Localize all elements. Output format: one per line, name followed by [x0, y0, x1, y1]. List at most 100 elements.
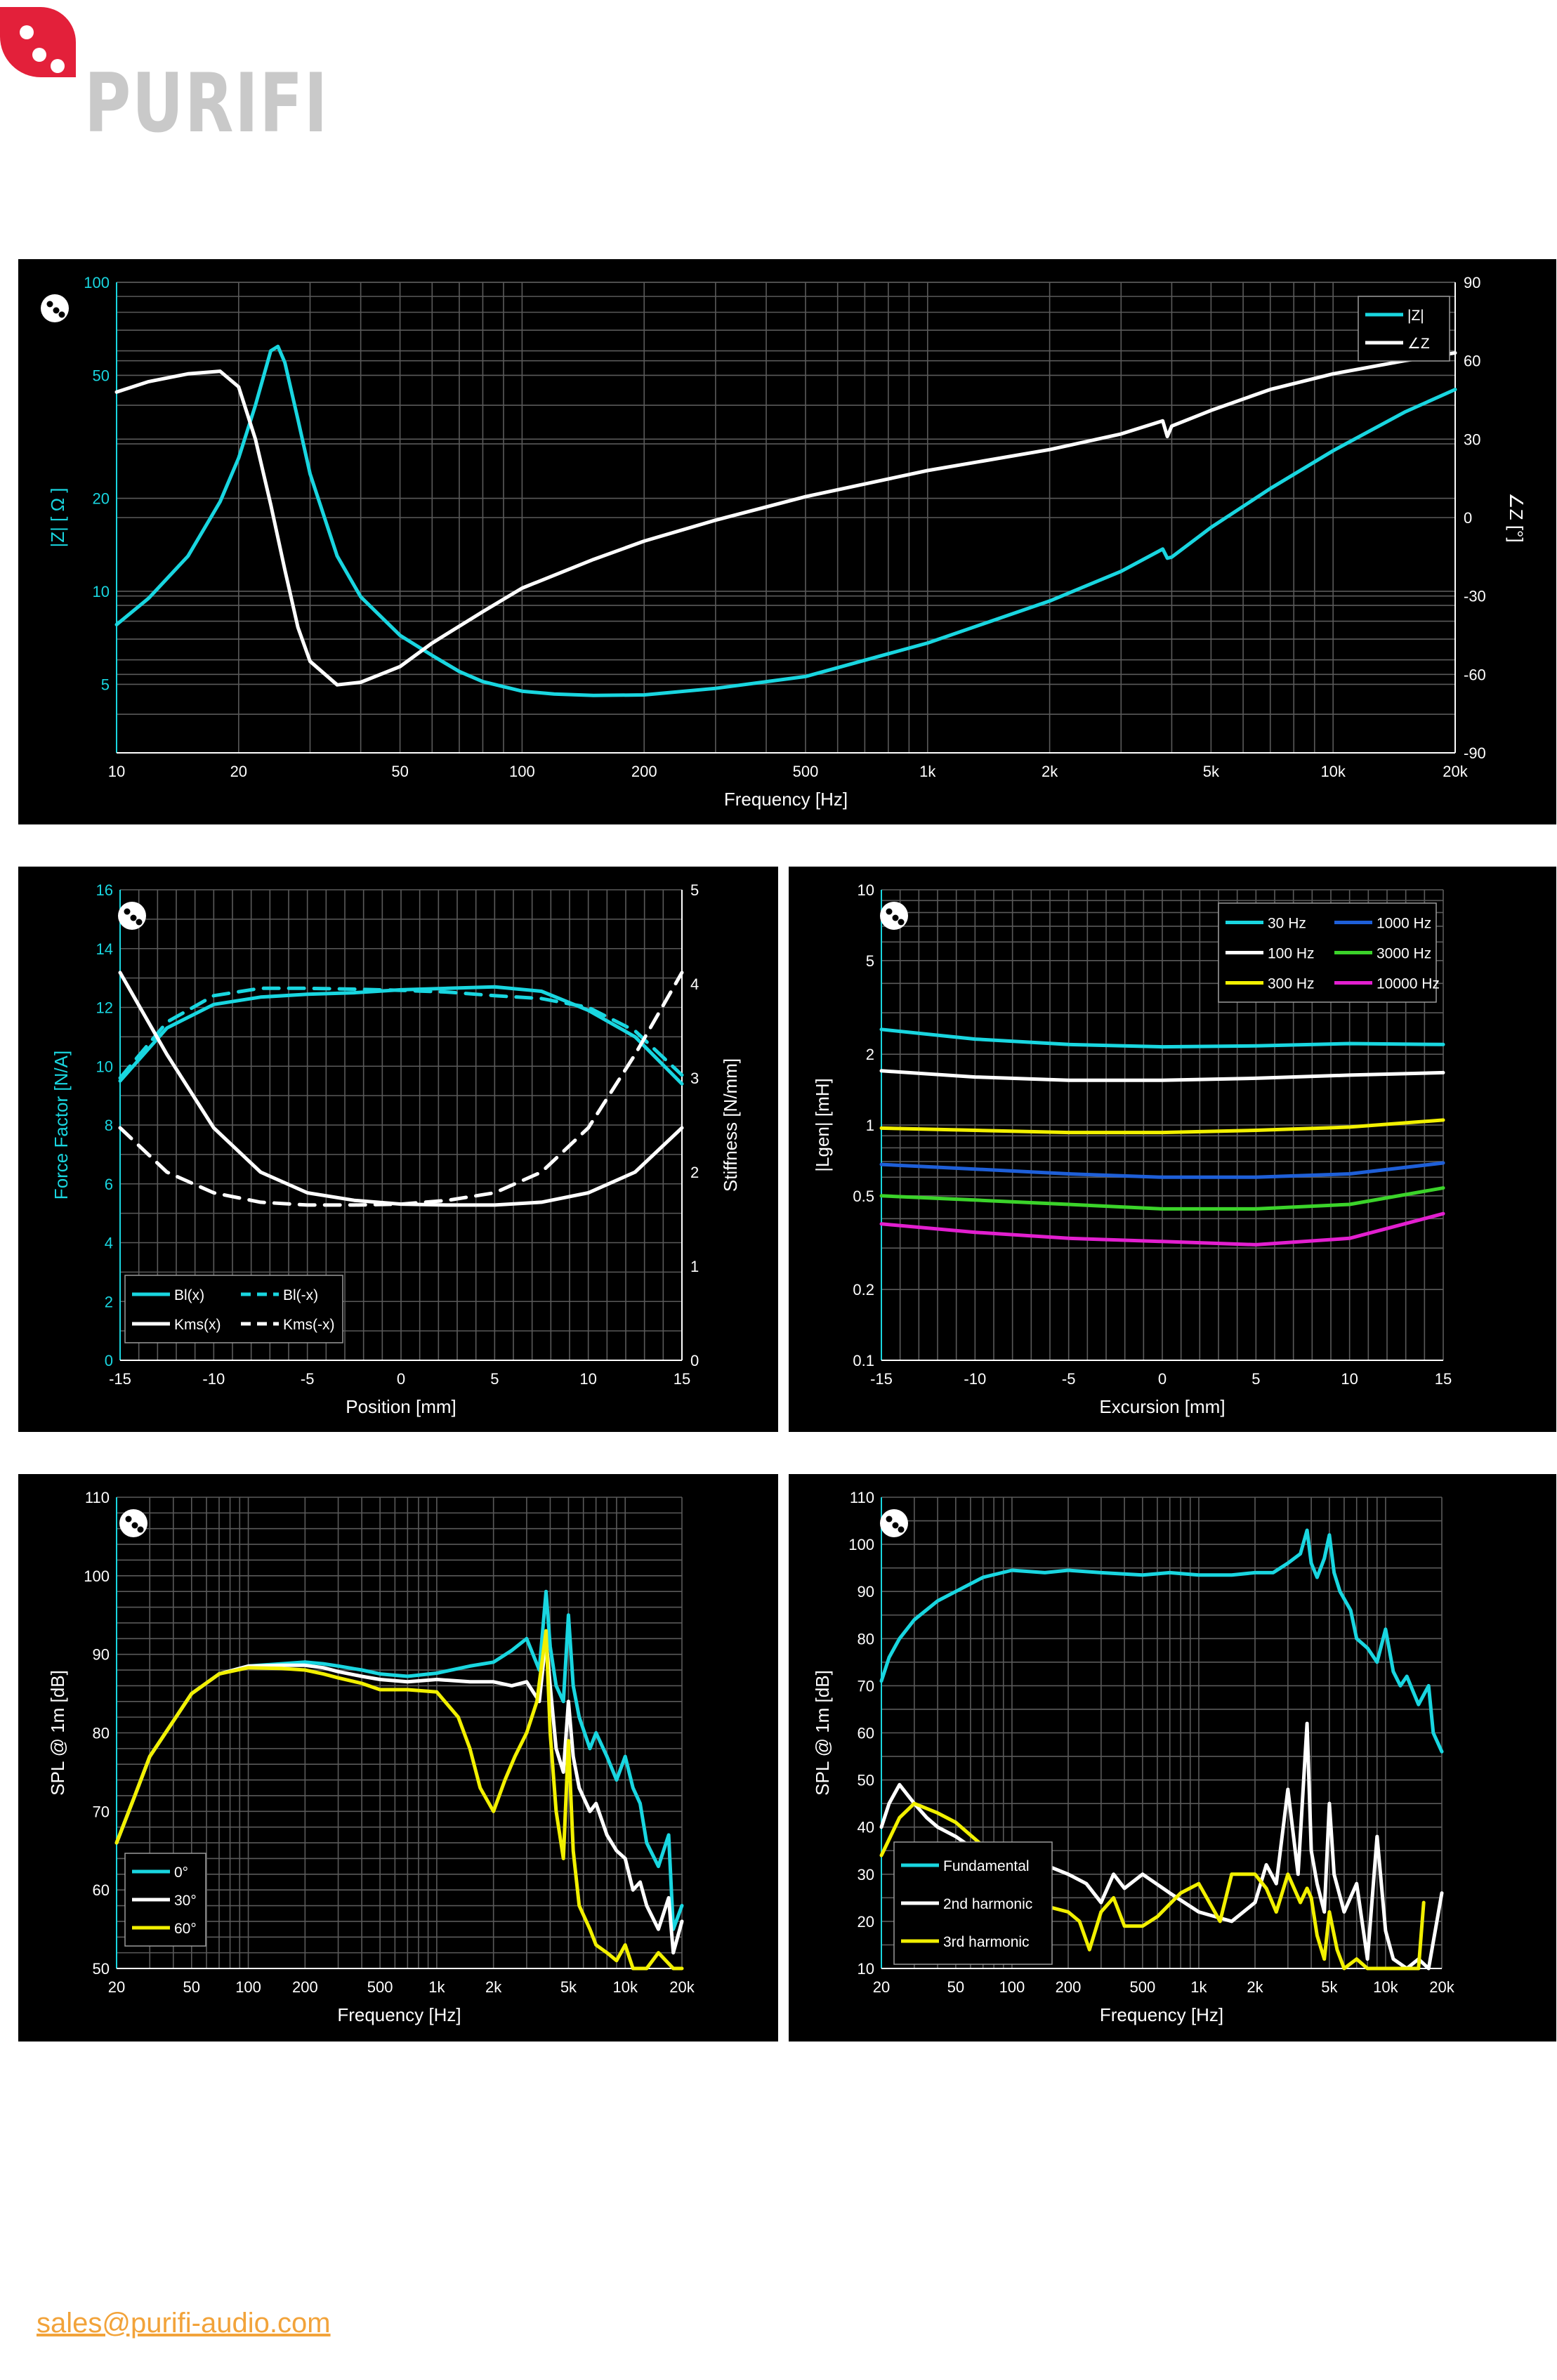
- legend-label: 2nd harmonic: [943, 1896, 1032, 1912]
- logo-dot: [58, 311, 65, 318]
- y-tick-label: 10: [96, 1058, 113, 1075]
- y-tick-label: 100: [84, 1567, 110, 1585]
- series-line: [879, 1528, 1444, 1754]
- y-tick-label: 0: [105, 1352, 113, 1369]
- legend-label: Bl(x): [174, 1287, 204, 1303]
- x-tick-label: 5k: [1321, 1978, 1338, 1996]
- y2-tick-label: 4: [690, 975, 699, 993]
- x-tick-label: 200: [292, 1978, 318, 1996]
- y2-tick-label: 60: [1464, 353, 1480, 370]
- legend-label: 60°: [174, 1921, 197, 1937]
- x-tick-label: 20k: [1443, 763, 1468, 780]
- y-tick-label: 60: [93, 1881, 110, 1899]
- x-tick-label: -5: [301, 1370, 315, 1388]
- x-axis-label: Position [mm]: [346, 1396, 456, 1417]
- legend-label: 100 Hz: [1268, 946, 1315, 962]
- legend-label: ∠Z: [1407, 336, 1430, 352]
- legend-label: 30 Hz: [1268, 916, 1306, 932]
- y2-tick-label: -60: [1464, 666, 1486, 683]
- y2-axis-label: ∠Z [°]: [1506, 492, 1527, 542]
- y-tick-label: 14: [96, 940, 113, 958]
- legend-label: 0°: [174, 1865, 188, 1881]
- y2-tick-label: -30: [1464, 588, 1486, 605]
- x-tick-label: 5k: [560, 1978, 577, 1996]
- logo-dot: [46, 301, 53, 308]
- series-line: [114, 344, 1457, 697]
- legend-box: [1358, 296, 1450, 362]
- x-tick-label: -15: [109, 1370, 131, 1388]
- off-axis-chart: 20 50 100 200 500 1k 2k 5k 10k 20k506070809010011…: [47, 1489, 695, 2025]
- y2-tick-label: 0: [1464, 509, 1472, 527]
- logo-dot: [53, 307, 60, 314]
- y-tick-label: 10: [858, 1960, 874, 1978]
- chart-logo-icon: [41, 294, 69, 322]
- y-tick-label: 80: [93, 1725, 110, 1742]
- y-tick-label: 6: [105, 1176, 113, 1193]
- x-tick-label: 20k: [1429, 1978, 1454, 1996]
- x-tick-label: 100: [235, 1978, 261, 1996]
- chart-logo-icon: [880, 1509, 908, 1537]
- y-tick-label: 16: [96, 881, 113, 899]
- logo-dot: [898, 1526, 905, 1533]
- y-axis-label: SPL @ 1m [dB]: [812, 1670, 833, 1796]
- y-tick-label: 10: [93, 583, 110, 600]
- x-tick-label: 200: [631, 763, 657, 780]
- legend-label: |Z|: [1407, 308, 1424, 324]
- y-tick-label: 0.1: [853, 1352, 874, 1369]
- y-tick-label: 12: [96, 999, 113, 1017]
- brand-name: PURIFI: [84, 56, 329, 151]
- y-tick-label: 70: [93, 1803, 110, 1820]
- x-tick-label: 0: [397, 1370, 405, 1388]
- x-tick-label: 1k: [428, 1978, 445, 1996]
- x-tick-label: 5: [1251, 1370, 1260, 1388]
- logo-dot: [136, 919, 143, 926]
- contact-email-link[interactable]: sales@purifi-audio.com: [37, 2308, 331, 2339]
- x-tick-label: 20: [873, 1978, 890, 1996]
- x-tick-label: 100: [999, 1978, 1025, 1996]
- logo-dot: [886, 1516, 893, 1523]
- series-group: [114, 344, 1457, 697]
- force-factor-chart: -15 -10 -5 0 5 10 150246810121416012345Positio…: [51, 881, 741, 1417]
- x-tick-label: 5: [490, 1370, 499, 1388]
- legend-label: 30°: [174, 1893, 197, 1909]
- y2-axis-label: Stiffness [N/mm]: [720, 1058, 741, 1192]
- y-axis-label: |Lgen| [mH]: [812, 1078, 833, 1171]
- legend: 0° 30° 60°: [124, 1853, 206, 1947]
- chart-logo-icon: [118, 902, 146, 930]
- y2-tick-label: 30: [1464, 430, 1480, 448]
- impedance-panel: 10 20 50 100 200 500 1k 2k 5k 10k 20k 5 10 20 50 100 -90…: [18, 259, 1556, 824]
- y-tick-label: 0.2: [853, 1281, 874, 1299]
- y-tick-label: 2: [105, 1293, 113, 1310]
- legend: Bl(x) Bl(-x) Kms(x) Kms(-x): [124, 1275, 343, 1343]
- y-tick-label: 50: [93, 1960, 110, 1978]
- y2-tick-label: 5: [690, 881, 699, 899]
- logo-dot: [125, 1516, 132, 1523]
- x-tick-label: 10: [1341, 1370, 1358, 1388]
- y-tick-label: 60: [858, 1725, 874, 1742]
- y-tick-label: 10: [858, 881, 874, 899]
- legend-label: 1000 Hz: [1377, 916, 1431, 932]
- legend-label: 3000 Hz: [1377, 946, 1431, 962]
- y-tick-label: 50: [93, 367, 110, 384]
- legend: 30 Hz 100 Hz 300 Hz 1000 Hz 3000 Hz 10000 Hz: [1218, 902, 1440, 1003]
- y-tick-label: 20: [858, 1913, 874, 1931]
- x-axis-label: Frequency [Hz]: [1100, 2004, 1223, 2025]
- logo-dot: [130, 914, 137, 921]
- y-tick-label: 90: [858, 1583, 874, 1600]
- x-tick-label: 5k: [1203, 763, 1220, 780]
- x-tick-label: 500: [367, 1978, 393, 1996]
- x-tick-label: 500: [1129, 1978, 1155, 1996]
- legend-label: Bl(-x): [283, 1287, 318, 1303]
- y-tick-label: 5: [101, 676, 110, 693]
- logo-dot: [892, 914, 899, 921]
- logo-dot: [131, 1522, 138, 1529]
- inductance-panel: -15 -10 -5 0 5 10 15 0.1 0.2 0.5 1 2 5 10 Excursion [m…: [789, 867, 1556, 1432]
- logo-dot: [137, 1526, 144, 1533]
- legend-label: 3rd harmonic: [943, 1934, 1030, 1950]
- y-tick-label: 100: [84, 274, 110, 291]
- logo-dot: [892, 1522, 899, 1529]
- legend-label: Kms(-x): [283, 1317, 334, 1333]
- legend: |Z| ∠Z: [1358, 296, 1450, 362]
- x-tick-label: 10k: [612, 1978, 638, 1996]
- logo-dot: [124, 908, 131, 915]
